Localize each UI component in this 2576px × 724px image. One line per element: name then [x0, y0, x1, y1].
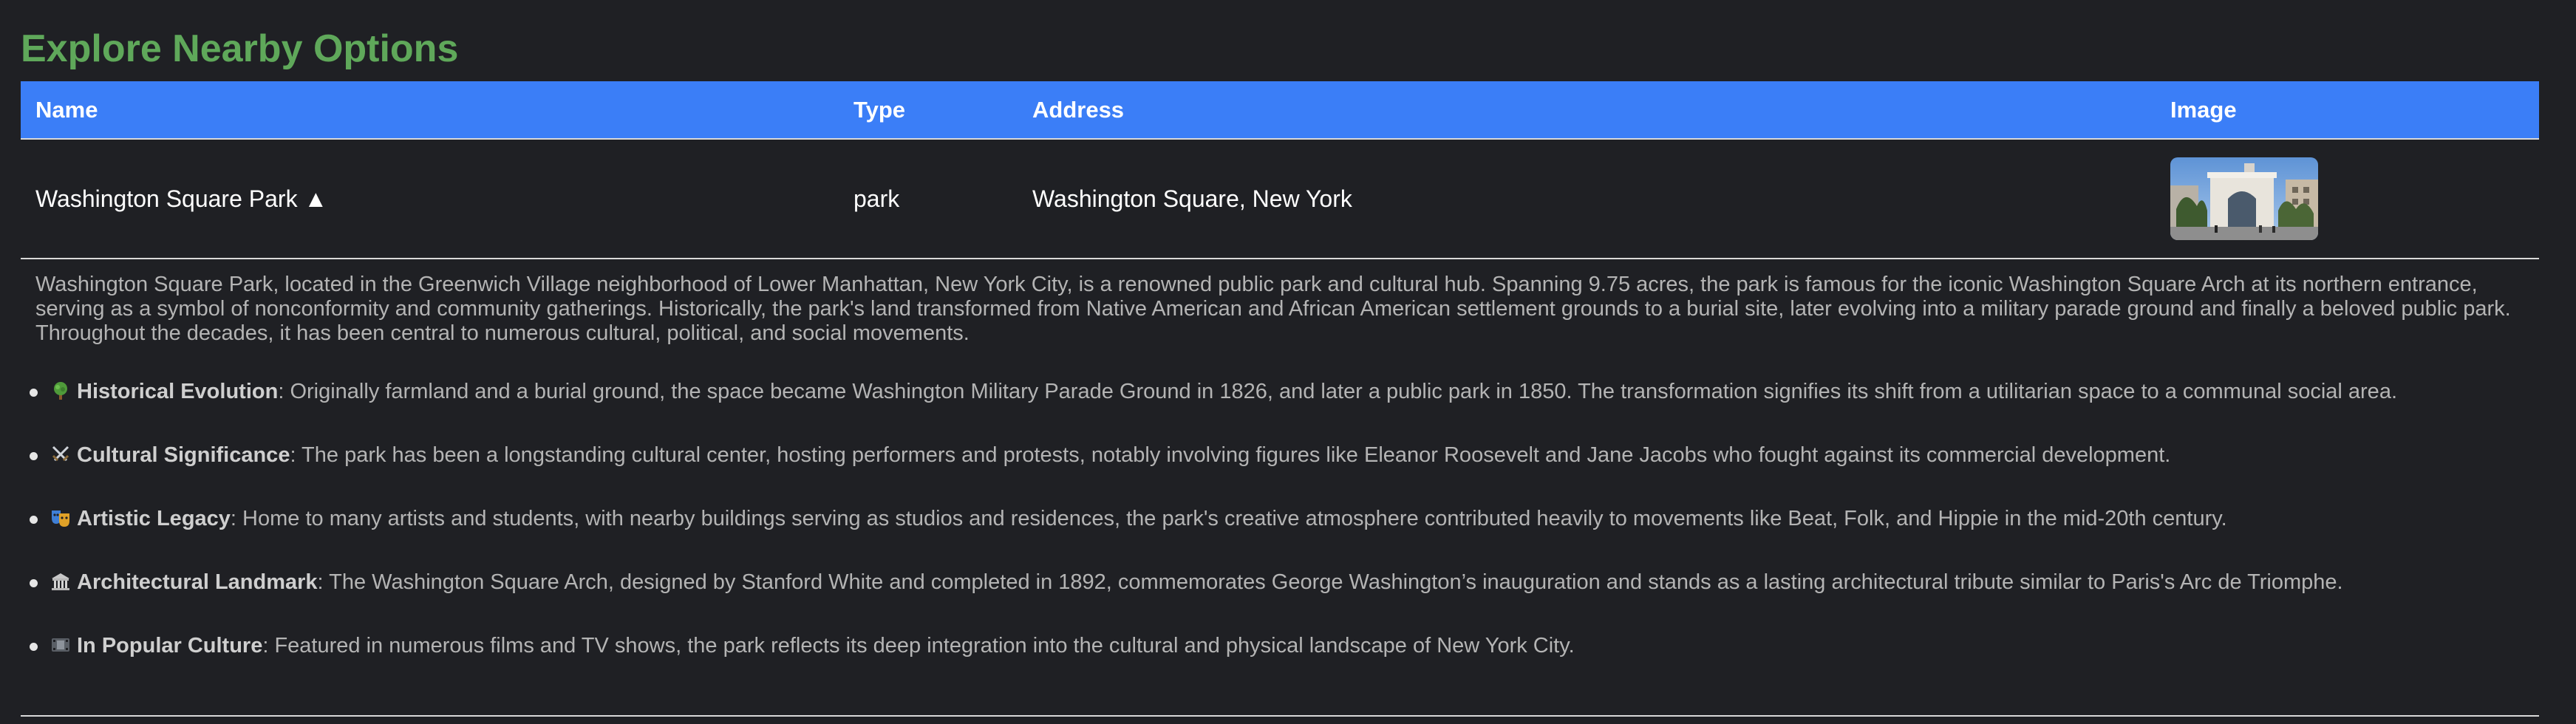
- column-header-image[interactable]: Image: [2156, 81, 2539, 139]
- bullet-icon: [30, 389, 38, 397]
- tree-icon: [54, 382, 67, 400]
- cell-name[interactable]: Washington Square Park ▲: [21, 139, 839, 259]
- crossed-swords-icon: [52, 445, 69, 462]
- fact-text: : Originally farmland and a burial groun…: [278, 380, 2398, 403]
- column-header-name[interactable]: Name: [21, 81, 839, 139]
- park-summary: Washington Square Park, located in the G…: [35, 273, 2511, 345]
- page: Explore Nearby Options Name Type Address…: [0, 0, 2576, 724]
- list-item: In Popular Culture: Featured in numerous…: [30, 634, 2541, 658]
- column-header-type[interactable]: Type: [839, 81, 1018, 139]
- film-frames-icon: [52, 638, 69, 652]
- list-item: Historical Evolution: Originally farmlan…: [30, 380, 2541, 404]
- theater-masks-icon: [52, 510, 69, 527]
- details-section: Washington Square Park, located in the G…: [21, 273, 2555, 658]
- fact-text: : Featured in numerous films and TV show…: [262, 634, 1575, 658]
- table-header-row: Name Type Address Image: [21, 81, 2539, 139]
- fact-heading: Artistic Legacy: [77, 507, 231, 530]
- fact-text: : The park has been a longstanding cultu…: [290, 443, 2171, 467]
- classical-building-icon: [52, 573, 69, 590]
- fact-heading: In Popular Culture: [77, 634, 263, 658]
- facts-list: Historical Evolution: Originally farmlan…: [30, 380, 2541, 658]
- page-title: Explore Nearby Options: [21, 27, 459, 70]
- bullet-icon: [30, 452, 38, 460]
- cell-type: park: [853, 185, 900, 212]
- options-table: Name Type Address Image Washington Squar…: [21, 81, 2539, 259]
- fact-text: : The Washington Square Arch, designed b…: [317, 570, 2343, 594]
- bottom-divider: [21, 715, 2539, 717]
- cell-address: Washington Square, New York: [1032, 185, 1352, 212]
- column-header-address[interactable]: Address: [1018, 81, 2156, 139]
- fact-heading: Historical Evolution: [77, 380, 279, 403]
- park-arch-photo[interactable]: [2170, 157, 2318, 240]
- list-item: Artistic Legacy: Home to many artists an…: [30, 507, 2541, 531]
- cell-image: [2156, 139, 2539, 259]
- fact-text: : Home to many artists and students, wit…: [230, 507, 2227, 530]
- table-row[interactable]: Washington Square Park ▲ park Washington…: [21, 139, 2539, 259]
- bullet-icon: [30, 516, 38, 524]
- bullet-icon: [30, 579, 38, 587]
- list-item: Cultural Significance: The park has been…: [30, 443, 2541, 468]
- list-item: Architectural Landmark: The Washington S…: [30, 570, 2541, 595]
- fact-heading: Architectural Landmark: [77, 570, 318, 594]
- fact-heading: Cultural Significance: [77, 443, 290, 467]
- bullet-icon: [30, 643, 38, 651]
